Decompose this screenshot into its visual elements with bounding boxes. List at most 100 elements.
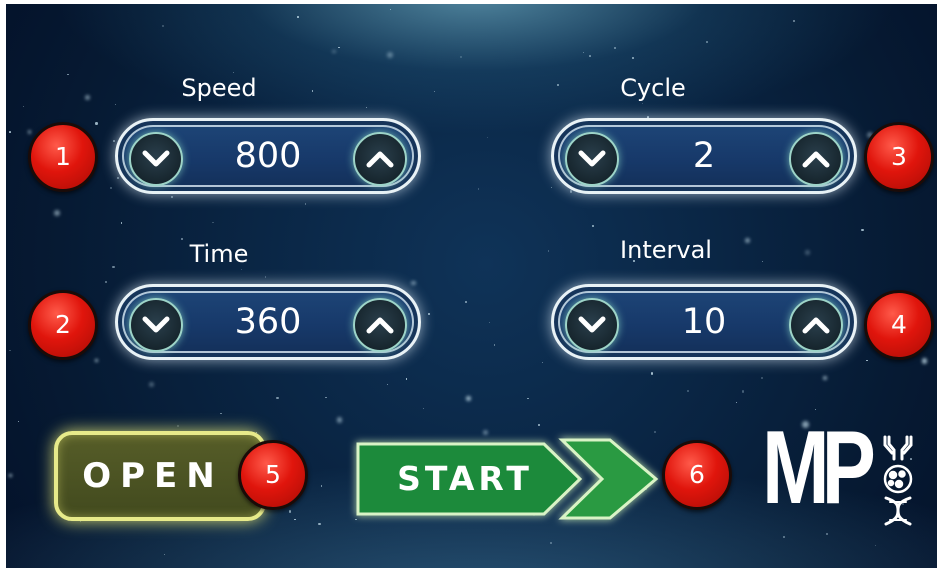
star-dot xyxy=(325,396,327,398)
star-dot xyxy=(641,102,643,104)
star-dot xyxy=(112,140,115,142)
star-dot xyxy=(297,16,300,18)
interval-value: 10 xyxy=(681,302,727,342)
star-dot xyxy=(826,532,829,535)
interval-stepper: 10 xyxy=(551,284,857,360)
star-dot xyxy=(240,268,242,270)
mp-logo: MP xyxy=(762,416,922,532)
star-dot xyxy=(583,52,585,54)
star-dot xyxy=(162,24,165,28)
cycle-stepper: 2 xyxy=(551,118,857,194)
star-dot xyxy=(742,390,745,393)
star-dot xyxy=(276,397,279,400)
star-dot xyxy=(428,312,431,315)
star-dot xyxy=(318,523,321,526)
star-dot xyxy=(465,301,467,303)
cycle-decrease-button[interactable] xyxy=(565,132,619,186)
star-dot xyxy=(822,375,827,380)
star-dot xyxy=(921,358,927,364)
star-dot xyxy=(387,383,389,386)
star-dot xyxy=(477,188,480,191)
star-dot xyxy=(9,130,12,133)
control-screen: Speed 800 1 Time 360 2 Cycle 2 3 Interva… xyxy=(6,4,937,568)
star-dot xyxy=(434,91,436,93)
chevron-up-icon xyxy=(802,317,830,334)
star-dot xyxy=(486,137,488,139)
dna-icon xyxy=(884,496,912,526)
start-button[interactable]: START xyxy=(344,426,666,532)
star-dot xyxy=(406,378,408,380)
star-dot xyxy=(94,359,98,363)
star-dot xyxy=(411,280,416,285)
star-dot xyxy=(9,349,12,352)
star-dot xyxy=(706,41,708,43)
star-dot xyxy=(148,381,155,388)
star-dot xyxy=(541,362,543,364)
star-dot xyxy=(163,553,165,556)
speed-decrease-button[interactable] xyxy=(129,132,183,186)
interval-increase-button[interactable] xyxy=(789,298,843,352)
star-dot xyxy=(874,545,876,547)
speed-label: Speed xyxy=(181,74,257,102)
speed-increase-button[interactable] xyxy=(353,132,407,186)
time-stepper: 360 xyxy=(115,284,421,360)
interval-decrease-button[interactable] xyxy=(565,298,619,352)
star-dot xyxy=(527,397,529,399)
chevron-down-icon xyxy=(578,316,606,333)
star-dot xyxy=(735,401,737,404)
star-dot xyxy=(79,520,82,523)
interval-label: Interval xyxy=(620,236,712,264)
speed-stepper: 800 xyxy=(115,118,421,194)
cycle-label: Cycle xyxy=(620,74,686,102)
chevron-up-icon xyxy=(366,151,394,168)
open-callout-badge: 5 xyxy=(238,440,308,510)
star-dot xyxy=(22,105,24,107)
time-value: 360 xyxy=(234,302,302,342)
star-dot xyxy=(212,221,215,224)
cycle-callout-badge: 3 xyxy=(864,122,934,192)
star-dot xyxy=(336,416,343,423)
star-dot xyxy=(120,221,123,224)
star-dot xyxy=(466,396,471,401)
start-button-label: START xyxy=(397,459,533,498)
star-dot xyxy=(110,187,112,189)
star-dot xyxy=(651,372,654,375)
star-dot xyxy=(589,55,591,57)
time-label: Time xyxy=(189,240,249,268)
chevron-up-icon xyxy=(802,151,830,168)
star-dot xyxy=(27,130,31,134)
star-dot xyxy=(338,47,340,49)
star-dot xyxy=(305,203,307,205)
star-dot xyxy=(387,52,394,59)
star-dot xyxy=(687,389,690,392)
star-dot xyxy=(866,359,868,361)
star-dot xyxy=(861,229,864,232)
star-dot xyxy=(171,196,174,199)
logo-text: MP xyxy=(762,410,876,526)
cycle-increase-button[interactable] xyxy=(789,132,843,186)
star-dot xyxy=(422,408,424,410)
star-dot xyxy=(365,106,367,108)
antibody-icon xyxy=(883,435,913,461)
chevron-down-icon xyxy=(142,150,170,167)
time-increase-button[interactable] xyxy=(353,298,407,352)
star-dot xyxy=(488,321,491,324)
star-dot xyxy=(114,104,116,106)
speed-value: 800 xyxy=(234,136,302,176)
chevron-up-icon xyxy=(366,317,394,334)
time-decrease-button[interactable] xyxy=(129,298,183,352)
cycle-value: 2 xyxy=(692,136,716,176)
star-dot xyxy=(783,536,786,539)
start-callout-badge: 6 xyxy=(662,440,732,510)
star-dot xyxy=(332,49,336,53)
open-button[interactable]: OPEN xyxy=(54,431,266,521)
star-dot xyxy=(294,518,296,521)
star-dot xyxy=(320,485,323,488)
time-callout-badge: 2 xyxy=(28,290,98,360)
star-dot xyxy=(805,250,810,255)
star-dot xyxy=(105,281,108,284)
star-dot xyxy=(84,95,90,101)
chevron-down-icon xyxy=(578,150,606,167)
star-dot xyxy=(551,186,553,189)
chevron-down-icon xyxy=(142,316,170,333)
